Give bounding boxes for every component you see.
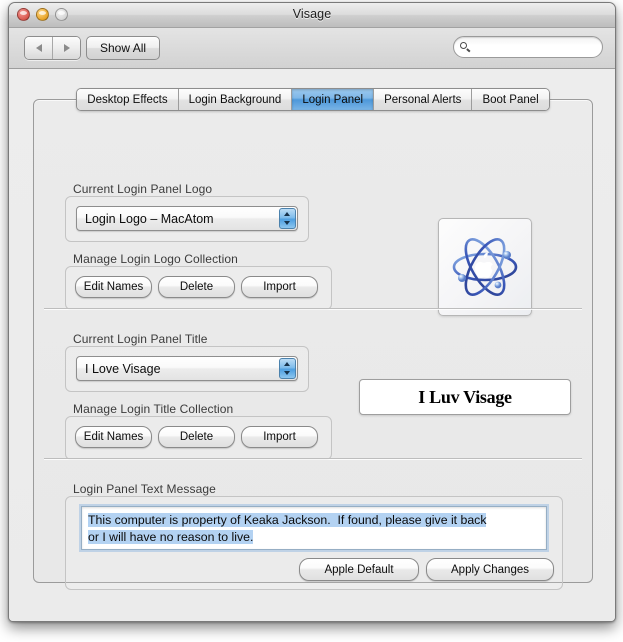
atom-apple-logo-icon [452, 238, 518, 296]
current-title-label: Current Login Panel Title [73, 332, 208, 346]
title-preview-well: I Luv Visage [359, 379, 571, 415]
section-separator-1 [44, 308, 582, 309]
title-popup-value: I Love Visage [85, 361, 161, 376]
tab-personal-alerts[interactable]: Personal Alerts [373, 89, 472, 110]
apply-changes-button[interactable]: Apply Changes [426, 558, 554, 581]
tab-boot-panel[interactable]: Boot Panel [471, 89, 549, 110]
preference-pane-body: Desktop Effects Login Background Login P… [9, 69, 615, 621]
tab-login-background[interactable]: Login Background [177, 89, 292, 110]
forward-button[interactable] [52, 37, 80, 59]
tab-view: Desktop Effects Login Background Login P… [33, 88, 593, 590]
logo-popup-button[interactable]: Login Logo – MacAtom [76, 206, 298, 231]
title-bar: Visage [9, 3, 615, 28]
show-all-button[interactable]: Show All [86, 36, 161, 60]
current-logo-label: Current Login Panel Logo [73, 182, 213, 196]
back-button[interactable] [25, 37, 52, 59]
chevron-left-icon [35, 44, 42, 52]
message-line-1: This computer is property of Keaka Jacks… [88, 513, 487, 527]
window-title: Visage [292, 7, 332, 21]
logo-popup-value: Login Logo – MacAtom [85, 211, 214, 226]
navigation-buttons [24, 36, 81, 60]
message-label: Login Panel Text Message [73, 482, 216, 496]
logo-preview-well [438, 218, 532, 316]
manage-title-label: Manage Login Title Collection [73, 402, 234, 416]
section-separator-2 [44, 458, 582, 459]
chevron-right-icon [63, 44, 70, 52]
chevron-updown-icon [279, 358, 296, 379]
apple-default-button[interactable]: Apple Default [299, 558, 419, 581]
tab-strip: Desktop Effects Login Background Login P… [34, 88, 592, 111]
application-window: Visage Show All Desktop Effects Login Ba… [8, 2, 616, 622]
message-line-2: or I will have no reason to live. [88, 530, 254, 544]
tab-desktop-effects[interactable]: Desktop Effects [77, 89, 178, 110]
tab-login-panel[interactable]: Login Panel [291, 89, 374, 110]
message-textarea[interactable]: This computer is property of Keaka Jacks… [81, 506, 547, 550]
logo-delete-button[interactable]: Delete [158, 276, 235, 298]
search-input[interactable] [475, 40, 597, 54]
search-icon [460, 41, 471, 53]
title-popup-button[interactable]: I Love Visage [76, 356, 298, 381]
title-import-button[interactable]: Import [241, 426, 318, 448]
search-field[interactable] [453, 36, 603, 58]
chevron-updown-icon [279, 208, 296, 229]
title-delete-button[interactable]: Delete [158, 426, 235, 448]
logo-edit-names-button[interactable]: Edit Names [75, 276, 152, 298]
manage-logo-label: Manage Login Logo Collection [73, 252, 238, 266]
toolbar: Show All [9, 28, 615, 69]
title-preview-text: I Luv Visage [418, 386, 512, 407]
title-edit-names-button[interactable]: Edit Names [75, 426, 152, 448]
logo-import-button[interactable]: Import [241, 276, 318, 298]
